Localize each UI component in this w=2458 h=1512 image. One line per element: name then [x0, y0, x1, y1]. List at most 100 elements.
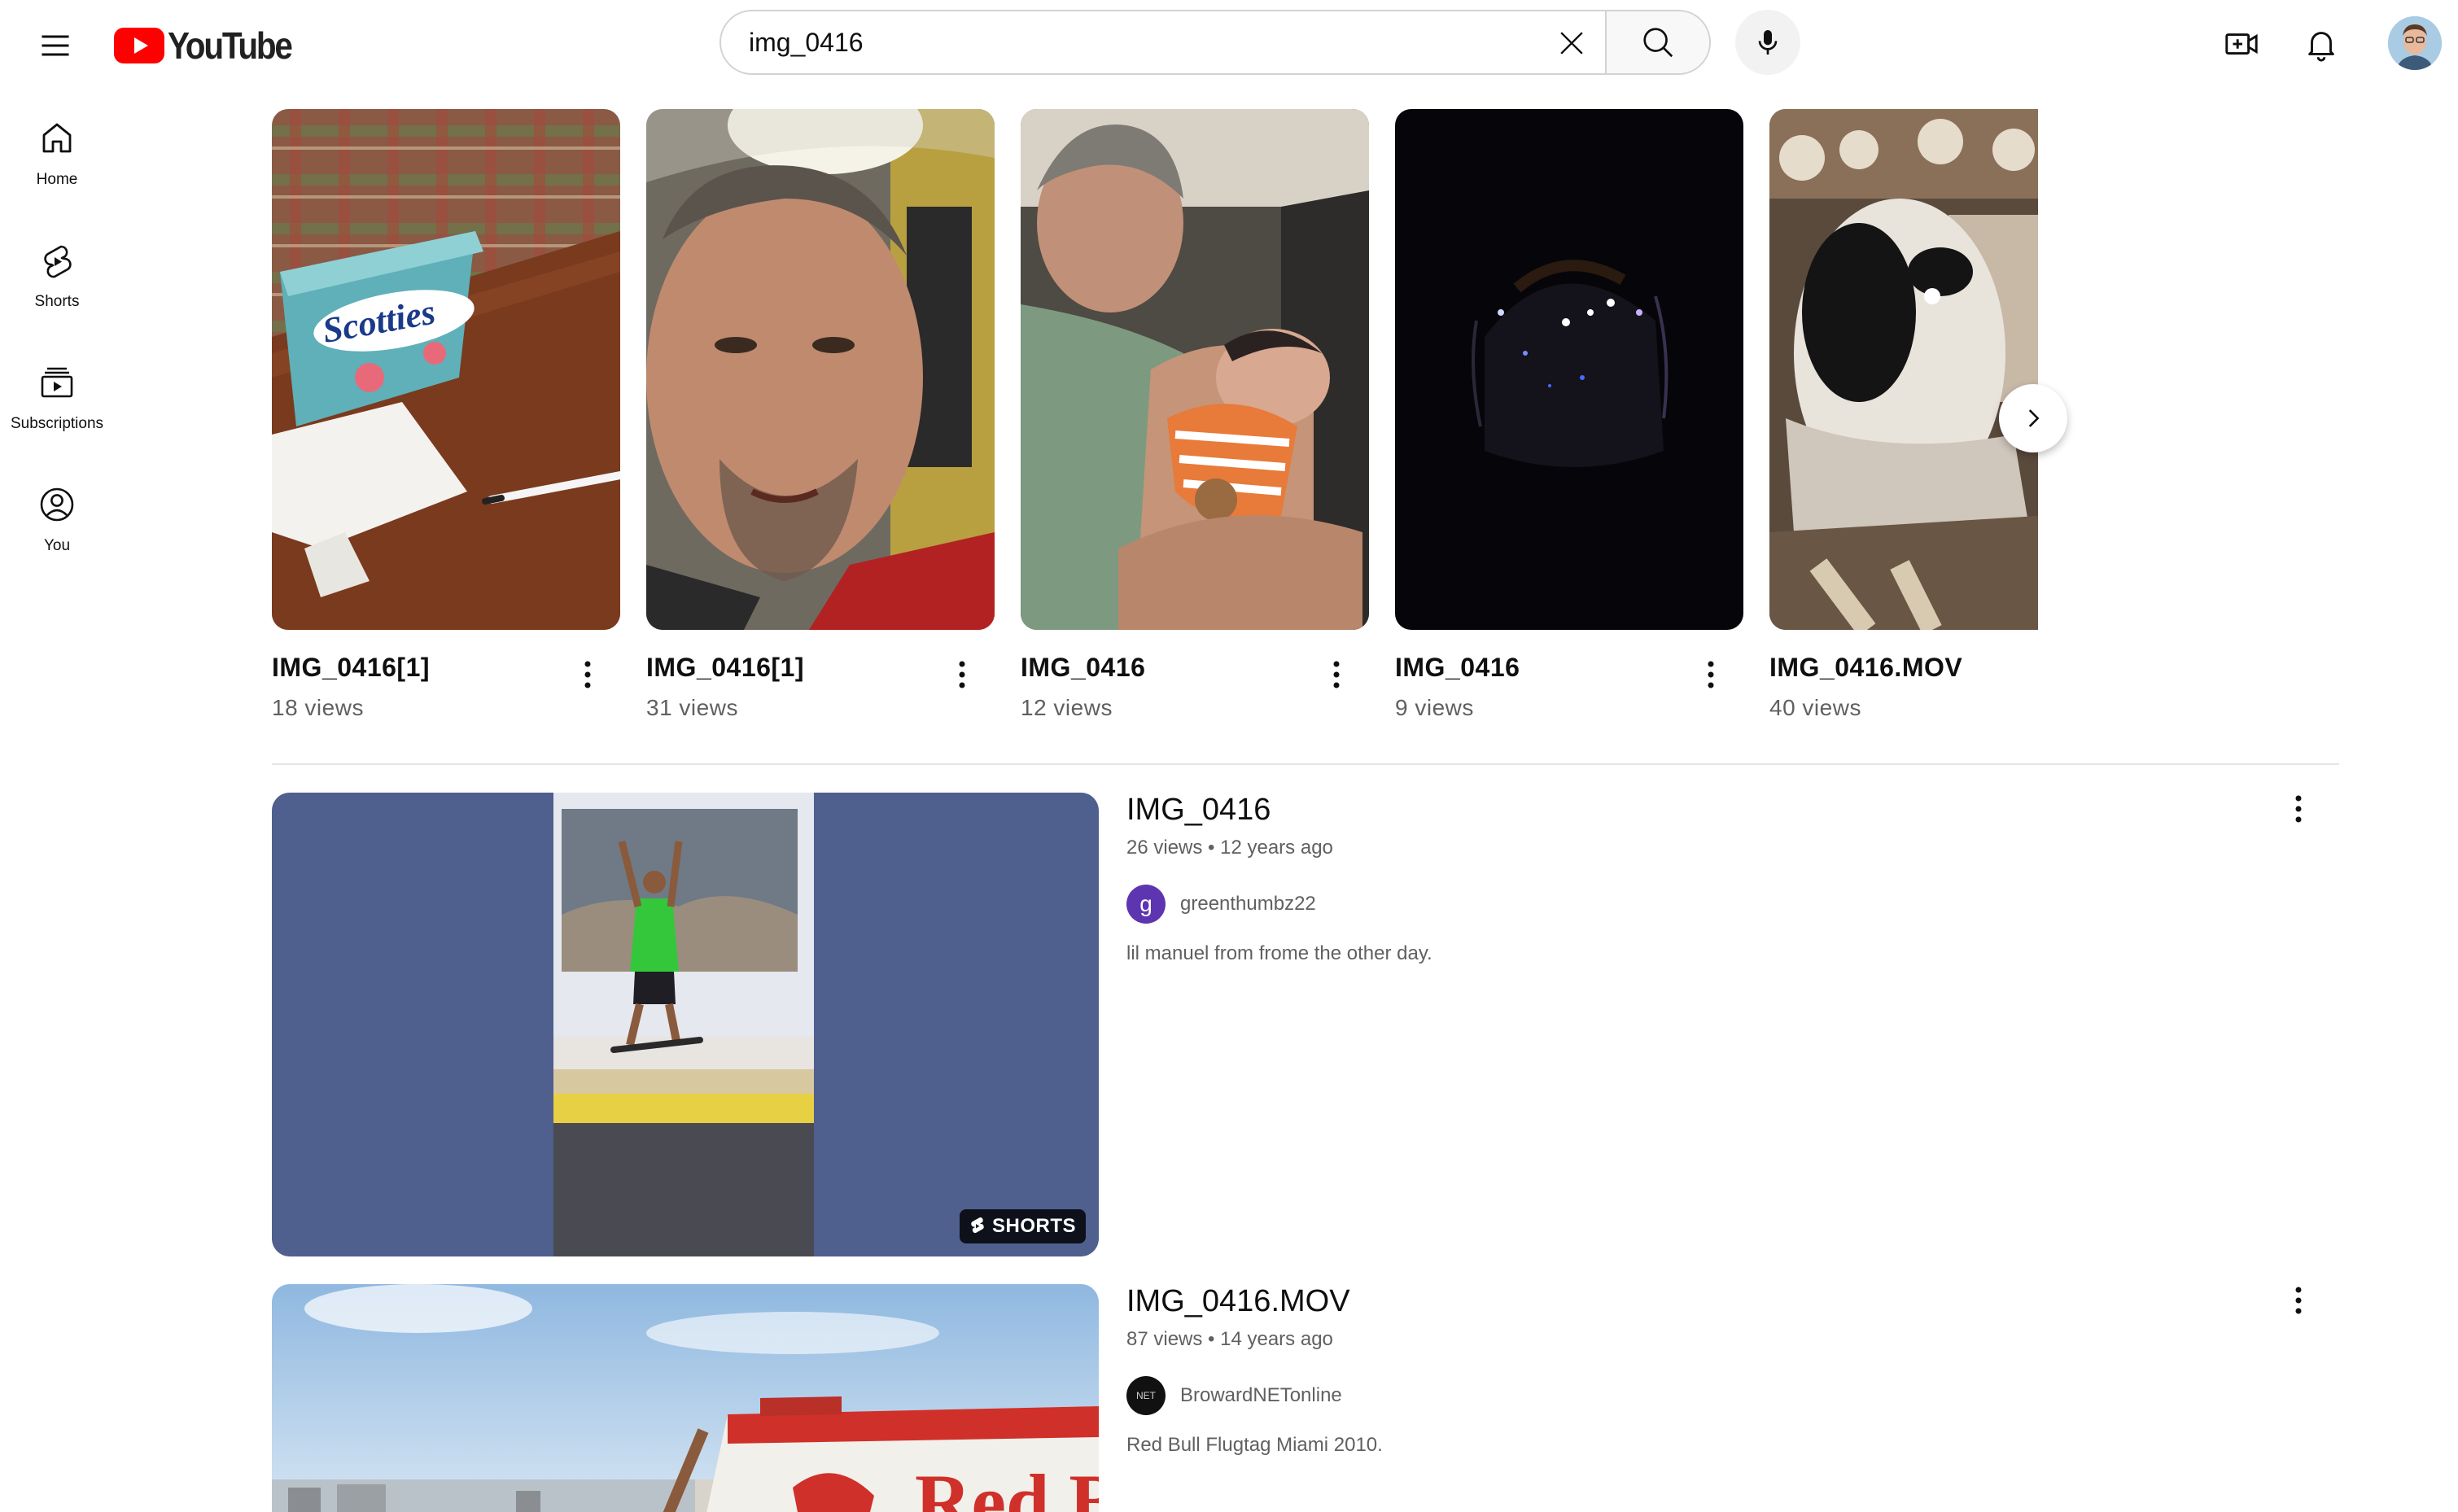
shorts-icon: [971, 1217, 984, 1234]
sidebar-item-shorts[interactable]: Shorts: [0, 213, 114, 335]
short-thumbnail-image: Scotties: [272, 109, 620, 630]
account-avatar[interactable]: [2388, 16, 2442, 70]
voice-search-button[interactable]: [1735, 10, 1800, 75]
sidebar-item-home[interactable]: Home: [0, 91, 114, 213]
dot-separator: •: [1208, 1328, 1221, 1350]
close-icon: [1560, 32, 1583, 55]
publish-date: 12 years ago: [1220, 837, 1333, 859]
short-more-actions-button[interactable]: [571, 654, 604, 695]
short-thumbnail-image: [1021, 109, 1369, 630]
short-title[interactable]: IMG_0416[1]: [646, 653, 804, 683]
video-camera-add-icon: [2225, 33, 2258, 55]
short-views: 9 views: [1395, 695, 1474, 720]
short-title[interactable]: IMG_0416[1]: [272, 653, 430, 683]
video-thumbnail-image: Red B: [272, 1284, 1099, 1512]
short-title[interactable]: IMG_0416: [1395, 653, 1520, 683]
notifications-button[interactable]: [2289, 11, 2354, 76]
more-vertical-icon: [2295, 795, 2302, 823]
home-icon: [42, 123, 72, 153]
video-description-snippet: lil manuel from frome the other day.: [1126, 942, 1432, 964]
video-metadata: 87 views • 14 years ago: [1126, 1328, 1333, 1351]
short-thumbnail-image: [1769, 109, 2038, 630]
channel-info[interactable]: g greenthumbz22: [1126, 884, 1316, 924]
short-thumbnail-image: [646, 109, 995, 630]
hamburger-icon: [42, 35, 69, 56]
channel-info[interactable]: NET BrowardNETonline: [1126, 1375, 1342, 1416]
chevron-right-icon: [2028, 409, 2040, 427]
channel-avatar[interactable]: g: [1126, 885, 1166, 924]
channel-name[interactable]: BrowardNETonline: [1180, 1384, 1342, 1407]
short-thumbnail-image: [1395, 109, 1743, 630]
shelf-next-button[interactable]: [1999, 384, 2067, 452]
you-icon: [40, 487, 74, 522]
short-card[interactable]: IMG_0416 12 views: [1021, 109, 1369, 728]
search-input[interactable]: [721, 11, 1605, 73]
subscriptions-icon: [41, 367, 73, 398]
short-thumbnail[interactable]: [1769, 109, 2038, 630]
video-more-actions-button[interactable]: [2282, 1276, 2315, 1325]
video-description-snippet: Red Bull Flugtag Miami 2010.: [1126, 1434, 1383, 1456]
view-count: 87 views: [1126, 1328, 1203, 1350]
channel-initial: g: [1139, 891, 1152, 916]
guide-menu-button[interactable]: [23, 13, 88, 78]
short-more-actions-button[interactable]: [1695, 654, 1727, 695]
channel-avatar-text: NET: [1136, 1390, 1156, 1401]
view-count: 26 views: [1126, 837, 1203, 859]
more-vertical-icon: [1333, 661, 1340, 688]
shorts-shelf: Scotties IMG_0416[1] 18 views IMG_0416[1…: [272, 109, 2038, 728]
short-card[interactable]: IMG_0416 9 views: [1395, 109, 1743, 728]
search-form: [719, 10, 1711, 75]
microphone-icon: [1758, 30, 1778, 55]
sidebar-item-label: Home: [36, 171, 78, 188]
short-views: 18 views: [272, 695, 364, 720]
video-result: Red B IMG_0416.MOV 87 views • 14 years a…: [272, 1284, 2339, 1512]
short-card[interactable]: Scotties IMG_0416[1] 18 views: [272, 109, 620, 728]
sidebar-item-you[interactable]: You: [0, 457, 114, 579]
search-button[interactable]: [1605, 11, 1709, 73]
sidebar-item-label: Shorts: [34, 293, 80, 310]
short-thumbnail[interactable]: [1021, 109, 1369, 630]
video-more-actions-button[interactable]: [2282, 784, 2315, 833]
shorts-icon: [44, 245, 72, 278]
short-more-actions-button[interactable]: [946, 654, 978, 695]
video-thumbnail[interactable]: Red B: [272, 1284, 1099, 1512]
short-thumbnail[interactable]: Scotties: [272, 109, 620, 630]
short-title[interactable]: IMG_0416.MOV: [1769, 653, 1962, 683]
video-title[interactable]: IMG_0416.MOV: [1126, 1284, 1350, 1319]
short-card[interactable]: IMG_0416.MOV 40 views: [1769, 109, 2038, 728]
clear-search-button[interactable]: [1545, 16, 1599, 70]
short-card[interactable]: IMG_0416[1] 31 views: [646, 109, 995, 728]
bell-icon: [2308, 32, 2334, 62]
short-more-actions-button[interactable]: [1320, 654, 1353, 695]
mini-guide: Home Shorts Subscriptions You: [0, 91, 114, 579]
video-thumbnail[interactable]: SHORTS: [272, 793, 1099, 1256]
channel-avatar[interactable]: NET: [1126, 1376, 1166, 1415]
short-views: 12 views: [1021, 695, 1113, 720]
thumbnail-text: Red B: [915, 1458, 1099, 1512]
more-vertical-icon: [584, 661, 591, 688]
short-thumbnail[interactable]: [646, 109, 995, 630]
short-title[interactable]: IMG_0416: [1021, 653, 1145, 683]
create-button[interactable]: [2209, 11, 2274, 76]
search-icon: [1643, 28, 1673, 58]
channel-name[interactable]: greenthumbz22: [1180, 893, 1316, 916]
sidebar-item-label: You: [43, 537, 71, 554]
youtube-logo[interactable]: YouTube: [114, 23, 308, 68]
short-views: 40 views: [1769, 695, 1861, 720]
more-vertical-icon: [2295, 1287, 2302, 1314]
section-divider: [272, 763, 2339, 765]
youtube-wordmark: YouTube: [168, 24, 293, 67]
video-result: SHORTS IMG_0416 26 views • 12 years ago …: [272, 793, 2339, 1265]
short-thumbnail[interactable]: [1395, 109, 1743, 630]
short-views: 31 views: [646, 695, 738, 720]
video-title[interactable]: IMG_0416: [1126, 793, 1271, 828]
publish-date: 14 years ago: [1220, 1328, 1333, 1350]
dot-separator: •: [1208, 837, 1221, 859]
more-vertical-icon: [1708, 661, 1714, 688]
sidebar-item-label: Subscriptions: [10, 415, 104, 432]
video-thumbnail-image: [272, 793, 1099, 1256]
video-metadata: 26 views • 12 years ago: [1126, 837, 1333, 859]
sidebar-item-subscriptions[interactable]: Subscriptions: [0, 335, 114, 457]
shorts-badge-label: SHORTS: [991, 1215, 1076, 1237]
youtube-play-logo-icon: [114, 28, 164, 63]
